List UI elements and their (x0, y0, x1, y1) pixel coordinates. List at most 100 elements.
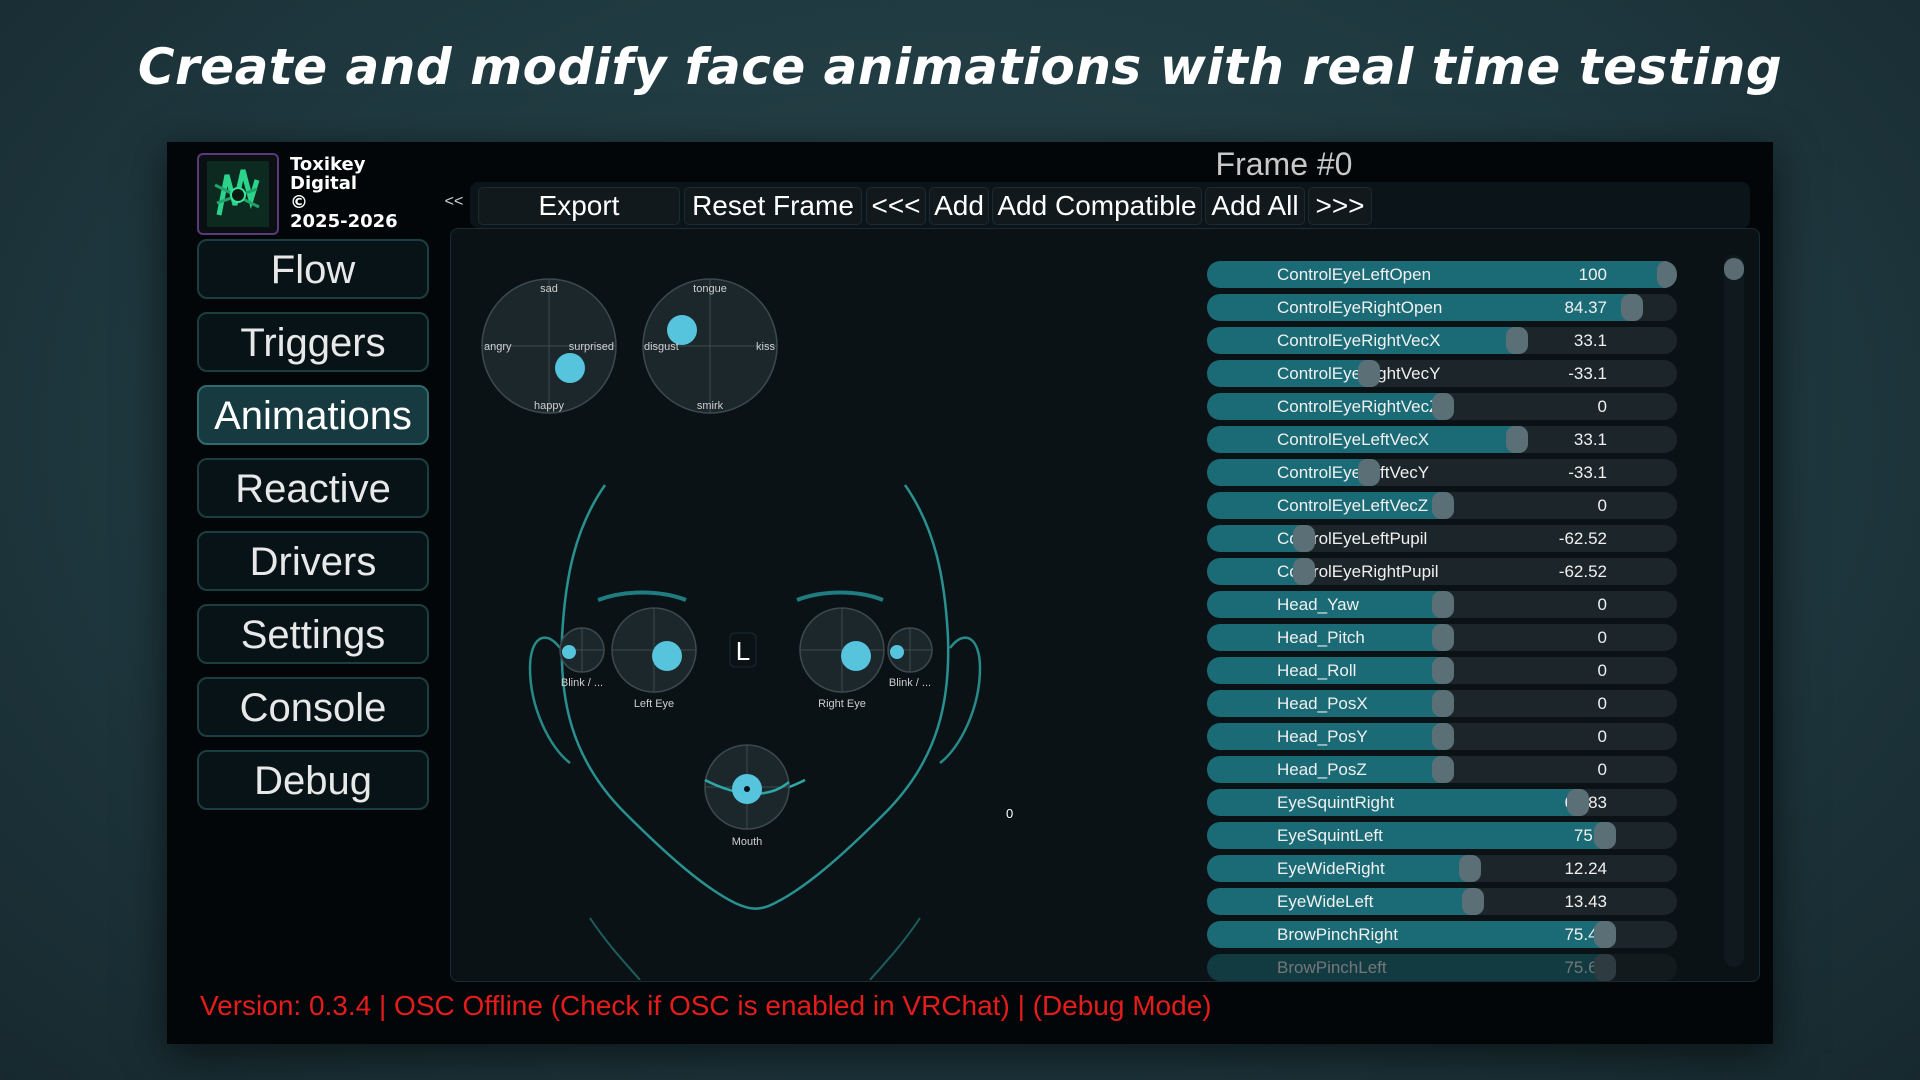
face-canvas: sad happy angry surprised tongue smirk d… (481, 278, 982, 980)
slider-row[interactable]: ControlEyeLeftOpen 100 (1207, 261, 1677, 288)
slider-value: 0 (1597, 397, 1607, 416)
blink-left-joystick: Blink / ... (559, 627, 605, 689)
slider-row[interactable]: Head_Roll 0 (1207, 657, 1677, 684)
emotion-top-label: sad (540, 283, 558, 295)
slider-knob[interactable] (1432, 492, 1454, 519)
status-line: Version: 0.3.4 | OSC Offline (Check if O… (200, 990, 1212, 1021)
brand-line-3: © (290, 192, 308, 213)
slider-row[interactable]: Head_Pitch 0 (1207, 624, 1677, 651)
slider-row[interactable]: Head_Yaw 0 (1207, 591, 1677, 618)
slider-knob[interactable] (1506, 327, 1529, 354)
slider-label: Head_Pitch (1277, 628, 1365, 647)
slider-knob[interactable] (1506, 426, 1529, 453)
nav-reactive-button[interactable]: Reactive (197, 458, 429, 518)
add-button[interactable]: Add (929, 187, 989, 225)
slider-row[interactable]: Head_PosY 0 (1207, 723, 1677, 750)
slider-knob[interactable] (1594, 921, 1616, 948)
mouth-joystick: Mouth (704, 744, 790, 848)
slider-knob[interactable] (1357, 459, 1380, 486)
slider-row[interactable]: ControlEyeLeftVecY -33.1 (1207, 459, 1677, 486)
slider-knob[interactable] (1461, 888, 1484, 915)
slider-label: EyeSquintRight (1277, 793, 1395, 812)
slider-value: -33.1 (1568, 463, 1607, 482)
slider-knob[interactable] (1432, 591, 1454, 618)
slider-label: ControlEyeRightVecX (1277, 331, 1441, 350)
slider-row[interactable]: EyeWideLeft 13.43 (1207, 888, 1677, 915)
blink-right-label: Blink / ... (889, 677, 931, 689)
slider-label: Head_PosY (1277, 727, 1368, 746)
emotion-left-label: angry (484, 341, 512, 353)
mouth-top-label: tongue (693, 283, 727, 295)
previous-frame-button[interactable]: <<< (866, 187, 926, 225)
slider-row[interactable]: ControlEyeRightVecZ 0 (1207, 393, 1677, 420)
collapse-sidebar-button[interactable]: << (441, 188, 467, 216)
nav-triggers-button[interactable]: Triggers (197, 312, 429, 372)
slider-row[interactable]: Head_PosX 0 (1207, 690, 1677, 717)
slider-knob[interactable] (1357, 360, 1380, 387)
slider-row[interactable]: ControlEyeLeftVecX 33.1 (1207, 426, 1677, 453)
nav-settings-button[interactable]: Settings (197, 604, 429, 664)
blink-left-label: Blink / ... (561, 677, 603, 689)
nav-animations-button[interactable]: Animations (197, 385, 429, 445)
eye-link-toggle: L (729, 632, 757, 668)
next-frame-button[interactable]: >>> (1308, 187, 1372, 225)
slider-knob[interactable] (1432, 657, 1454, 684)
slider-knob[interactable] (1567, 789, 1589, 816)
slider-value: 33.1 (1573, 430, 1607, 449)
slider-row[interactable]: EyeSquintRight63.83 (1207, 789, 1677, 816)
slider-value: 100 (1578, 265, 1607, 284)
slider-knob[interactable] (1432, 723, 1454, 750)
app-logo (197, 153, 279, 235)
slider-label: EyeSquintLeft (1277, 826, 1383, 845)
slider-row[interactable]: BrowPinchRight 75.41 (1207, 921, 1677, 948)
right-ear-outline (939, 636, 982, 764)
emotion-bottom-label: happy (534, 400, 564, 412)
slider-row[interactable]: BrowPinchLeft 75.69 (1207, 954, 1677, 981)
mouth-left-label: disgust (644, 341, 679, 353)
slider-knob[interactable] (1594, 954, 1616, 981)
left-eye-joystick: Left Eye (611, 607, 697, 710)
slider-row[interactable]: ControlEyeRightPupil -62.52 (1207, 558, 1677, 585)
reset-frame-button[interactable]: Reset Frame (684, 187, 862, 225)
add-compatible-button[interactable]: Add Compatible (992, 187, 1202, 225)
slider-knob[interactable] (1594, 822, 1616, 849)
slider-row[interactable]: EyeWideRight 12.24 (1207, 855, 1677, 882)
slider-label: Head_Roll (1277, 661, 1357, 680)
nav-drivers-button[interactable]: Drivers (197, 531, 429, 591)
slider-knob[interactable] (1432, 624, 1454, 651)
export-expression-button[interactable]: Export Expression (478, 187, 680, 257)
slider-value: -33.1 (1568, 364, 1607, 383)
blink-right-joystick: Blink / ... (887, 627, 933, 689)
slider-row[interactable]: ControlEyeLeftVecZ 0 (1207, 492, 1677, 519)
nav-flow-button[interactable]: Flow (197, 239, 429, 299)
mouth-expression-joystick: tongue smirk disgust kiss (642, 278, 778, 414)
slider-row[interactable]: Head_PosZ 0 (1207, 756, 1677, 783)
slider-knob[interactable] (1432, 690, 1454, 717)
slider-fill (1207, 954, 1604, 981)
slider-row[interactable]: ControlEyeLeftPupil -62.52 (1207, 525, 1677, 552)
nav-debug-button[interactable]: Debug (197, 750, 429, 810)
left-brow (597, 590, 687, 602)
slider-row[interactable]: ControlEyeRightVecY-33.1 (1207, 360, 1677, 387)
add-all-button[interactable]: Add All (1205, 187, 1305, 225)
slider-knob[interactable] (1459, 855, 1481, 882)
slider-label: EyeWideRight (1277, 859, 1385, 878)
slider-label: BrowPinchLeft (1277, 958, 1387, 977)
slider-knob[interactable] (1621, 294, 1643, 321)
slider-knob[interactable] (1432, 756, 1454, 783)
slider-knob[interactable] (1432, 393, 1454, 420)
slider-row[interactable]: EyeSquintLeft 75.6 (1207, 822, 1677, 849)
slider-fill (1207, 822, 1604, 849)
slider-value: 0 (1597, 760, 1607, 779)
slider-knob[interactable] (1292, 558, 1315, 585)
nav-console-button[interactable]: Console (197, 677, 429, 737)
right-eye-joystick: Right Eye (799, 607, 885, 710)
slider-scrollbar[interactable] (1724, 255, 1744, 967)
slider-row[interactable]: ControlEyeRightOpen 84.37 (1207, 294, 1677, 321)
slider-row[interactable]: ControlEyeRightVecX 33.1 (1207, 327, 1677, 354)
neck-left (589, 917, 641, 980)
slider-knob[interactable] (1657, 261, 1677, 288)
slider-value: 84.37 (1564, 298, 1607, 317)
slider-scrollbar-thumb[interactable] (1724, 258, 1744, 280)
slider-knob[interactable] (1292, 525, 1315, 552)
